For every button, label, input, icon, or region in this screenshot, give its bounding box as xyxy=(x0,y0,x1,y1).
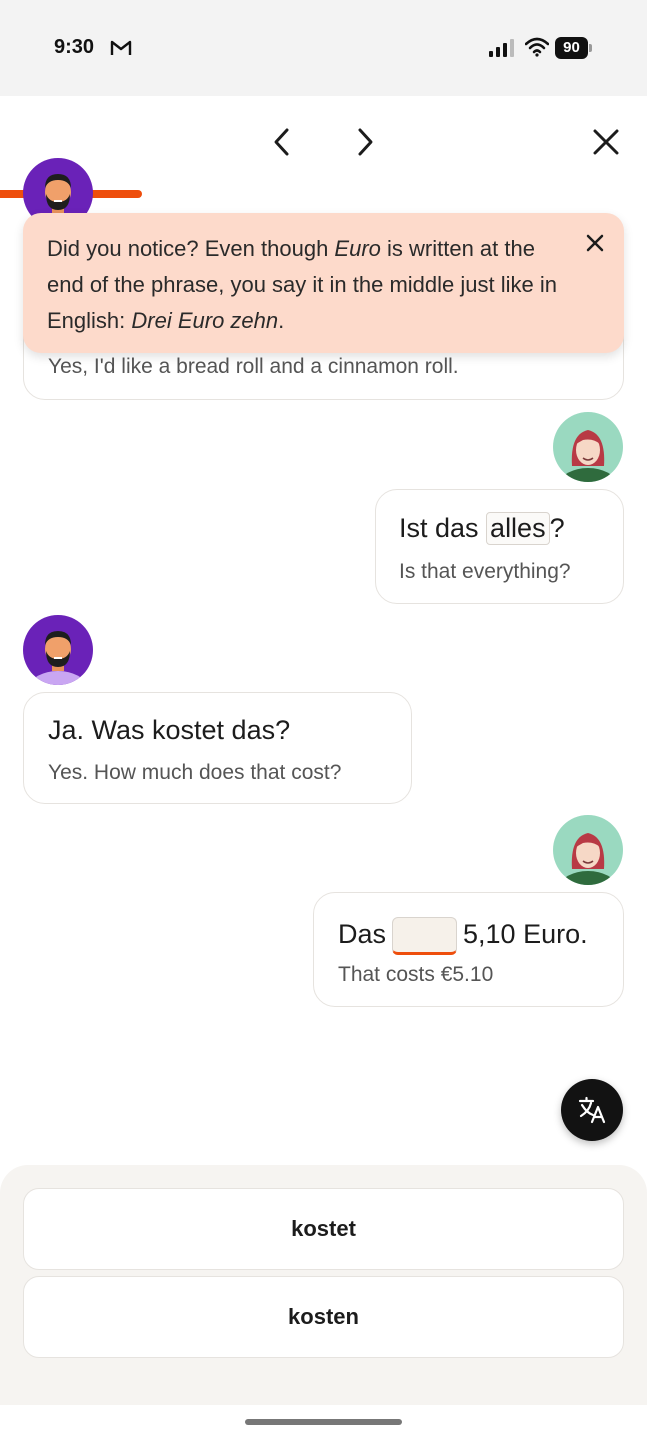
message-bubble-4: Das 5,10 Euro. That costs €5.10 xyxy=(313,892,624,1007)
message-translation: Yes, I'd like a bread roll and a cinnamo… xyxy=(48,355,459,378)
battery-level: 90 xyxy=(555,37,588,59)
status-time: 9:30 xyxy=(54,36,95,58)
tip-emphasis-euro: Euro xyxy=(334,236,381,261)
next-button[interactable] xyxy=(347,124,383,160)
option-button-kosten[interactable]: kosten xyxy=(23,1276,624,1358)
message-translation: Yes. How much does that cost? xyxy=(48,761,342,784)
tip-text: Did you notice? Even though Euro is writ… xyxy=(47,236,557,333)
chevron-right-icon xyxy=(358,128,373,156)
female-speaker-avatar xyxy=(553,412,623,482)
option-button-kostet[interactable]: kostet xyxy=(23,1188,624,1270)
answer-blank[interactable] xyxy=(392,916,458,955)
tip-close-button[interactable] xyxy=(581,229,609,257)
close-lesson-button[interactable] xyxy=(588,124,624,160)
translate-icon xyxy=(578,1096,606,1124)
grammar-tip-callout: Did you notice? Even though Euro is writ… xyxy=(23,213,624,353)
message-text: Das 5,10 Euro. xyxy=(338,913,588,955)
close-icon xyxy=(586,234,604,252)
lesson-progress-bar xyxy=(0,190,647,198)
tip-emphasis-phrase: Drei Euro zehn xyxy=(131,308,279,333)
female-speaker-avatar xyxy=(553,815,623,885)
message-text: Ist das alles? xyxy=(399,512,565,545)
lesson-nav-bar xyxy=(0,96,647,188)
answer-options-panel: kostet kosten xyxy=(0,1165,647,1405)
message-translation: That costs €5.10 xyxy=(338,963,494,986)
close-icon xyxy=(593,129,619,155)
message-translation: Is that everything? xyxy=(399,560,571,583)
battery-icon: 90 xyxy=(555,37,593,59)
highlighted-word[interactable]: alles xyxy=(486,512,550,545)
home-indicator-area xyxy=(0,1405,647,1440)
translate-button[interactable] xyxy=(561,1079,623,1141)
message-text: Ja. Was kostet das? xyxy=(48,715,291,745)
chevron-left-icon xyxy=(274,128,289,156)
signal-icon xyxy=(489,39,514,57)
male-speaker-avatar xyxy=(23,615,93,685)
message-bubble-2: Ist das alles? Is that everything? xyxy=(375,489,624,604)
wifi-icon xyxy=(525,37,549,57)
previous-button[interactable] xyxy=(264,124,300,160)
gmail-icon xyxy=(110,40,132,55)
message-bubble-3: Ja. Was kostet das? Yes. How much does t… xyxy=(23,692,412,804)
status-bar: 9:30 90 xyxy=(0,0,647,96)
home-indicator[interactable] xyxy=(245,1419,402,1425)
